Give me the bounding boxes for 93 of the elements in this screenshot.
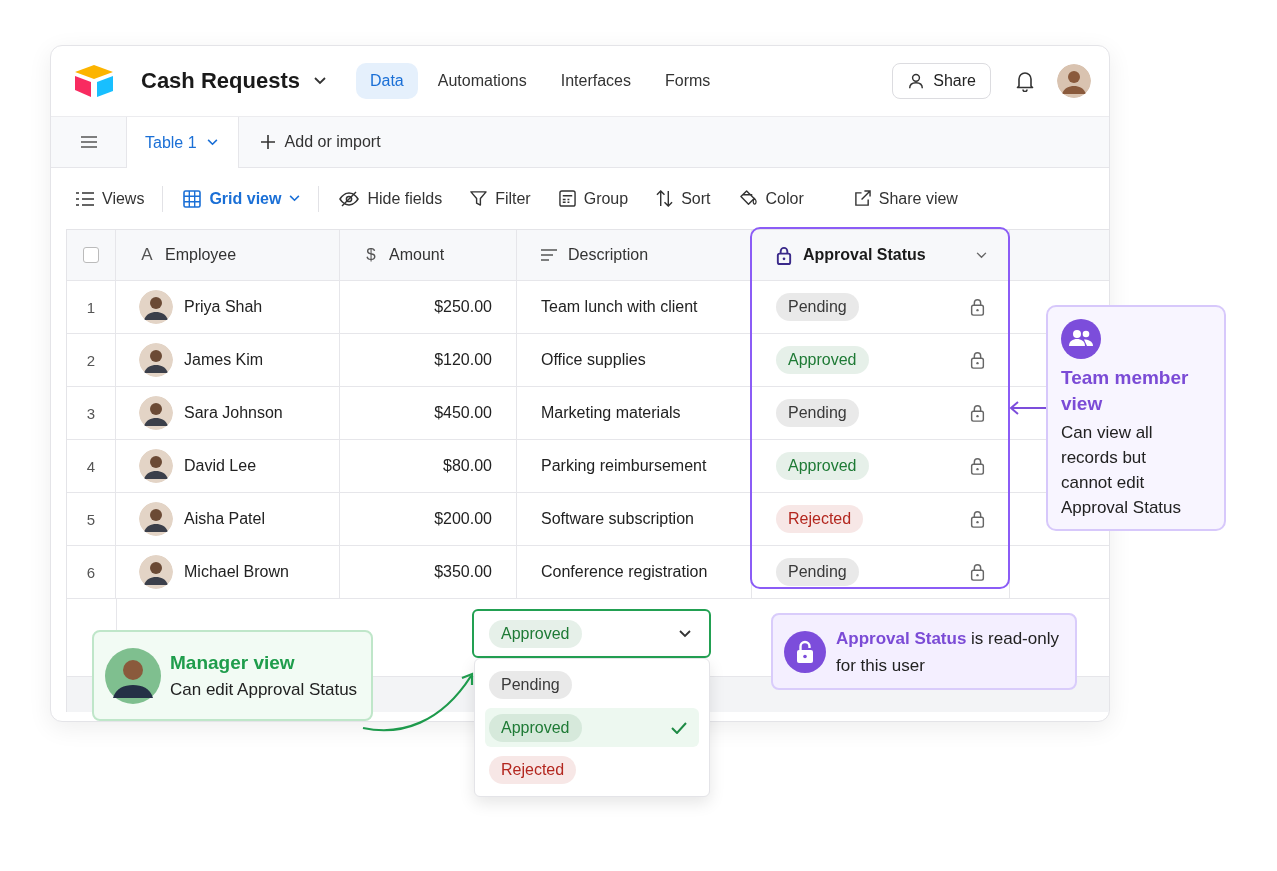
avatar[interactable] [1057,64,1091,98]
callout-text: Can view all records but cannot edit Approval Status [1061,422,1182,519]
employee-name: Priya Shah [184,298,263,316]
chevron-down-icon [679,629,691,638]
filter-button[interactable]: Filter [470,189,531,208]
callout-text: Can edit Approval Status [170,679,358,700]
table-cell: Parking reimbursement [541,457,707,475]
sort-icon [656,190,674,207]
nav-tab[interactable]: Interfaces [546,63,645,99]
logo-icon [73,63,115,99]
table-cell: Office supplies [541,351,646,369]
chevron-down-icon [206,139,218,146]
plus-icon [260,135,275,149]
views-button[interactable]: Views [76,189,145,208]
status-badge: Pending [776,293,859,321]
grid-view-button[interactable]: Grid view [183,189,301,208]
table-cell: $80.00 [443,457,492,475]
status-badge: Approved [776,452,869,480]
leader-arrow [1009,401,1047,415]
avatar [139,396,173,430]
avatar [139,555,173,589]
row-number: 1 [86,298,96,316]
column-header[interactable]: Amount [389,246,445,264]
row-number: 4 [86,457,96,475]
table-cell: Conference registration [541,563,708,581]
table-cell: $350.00 [434,563,492,581]
avatar [139,343,173,377]
menu-option[interactable]: Pending [485,665,699,705]
employee-name: James Kim [184,351,264,369]
callout-text: Approval Status is read-only for this user [836,627,1060,677]
lock-icon [784,630,826,673]
users-icon [1061,319,1101,359]
table-cell: Marketing materials [541,404,681,422]
menu-option[interactable]: Rejected [485,750,699,790]
avatar [139,449,173,483]
share-button[interactable]: Share view [853,189,958,208]
row-number: 5 [86,510,96,528]
callout-title: Team member view [1061,366,1190,416]
bell-icon[interactable] [1015,70,1035,92]
list-icon [76,191,94,206]
table-cell: $250.00 [434,298,492,316]
group-button[interactable]: Group [558,189,629,208]
status-dropdown[interactable]: Approved [472,609,711,658]
callout-title: Manager view [170,651,296,674]
eye-slash-icon [339,190,360,207]
menu-icon[interactable] [81,136,97,148]
color-button[interactable]: Color [738,189,804,208]
column-header[interactable]: Employee [165,246,237,264]
chevron-down-icon [289,195,301,202]
avatar [139,502,173,536]
table-cell: Team lunch with client [541,298,698,316]
add-or-import-button[interactable]: Add or import [238,117,403,167]
table-tab[interactable]: Table 1 [126,117,239,168]
row-number: 3 [86,404,96,422]
table-cell: $120.00 [434,351,492,369]
hide-button[interactable]: Hide fields [339,189,443,208]
avatar [139,290,173,324]
field-type-icon: $ [364,245,378,265]
check-icon [671,721,687,734]
column-header[interactable]: Description [568,246,649,264]
status-badge: Pending [776,399,859,427]
employee-name: Aisha Patel [184,510,265,528]
row-number: 6 [86,563,96,581]
nav-tab[interactable]: Data [355,63,418,99]
table-cell: $200.00 [434,510,492,528]
base-title: Cash Requests [141,68,300,94]
long-text-icon [541,249,557,261]
menu-option[interactable]: Approved [485,707,699,748]
status-badge: Pending [776,558,859,586]
employee-name: David Lee [184,457,257,475]
share-icon [853,190,871,207]
row-number: 2 [86,351,96,369]
filter-icon [470,190,488,207]
share-button[interactable]: Share [892,63,991,99]
sort-button[interactable]: Sort [656,189,711,208]
status-badge: Approved [776,346,869,374]
nav-tab[interactable]: Automations [423,63,541,99]
grid-icon [183,189,202,208]
nav-tab[interactable]: Forms [650,63,725,99]
lock-icon [776,245,792,265]
paint-bucket-icon [738,190,758,207]
status-badge: Rejected [776,505,864,533]
avatar [105,647,161,704]
table-cell: $450.00 [434,404,492,422]
employee-name: Sara Johnson [184,404,283,422]
select-all-checkbox[interactable] [83,247,99,263]
group-icon [558,190,576,207]
user-icon [907,72,926,90]
chevron-down-icon[interactable] [313,77,326,85]
field-type-icon: A [140,245,154,265]
employee-name: Michael Brown [184,563,289,581]
column-header[interactable]: Approval Status [803,246,926,264]
table-cell: Software subscription [541,510,694,528]
